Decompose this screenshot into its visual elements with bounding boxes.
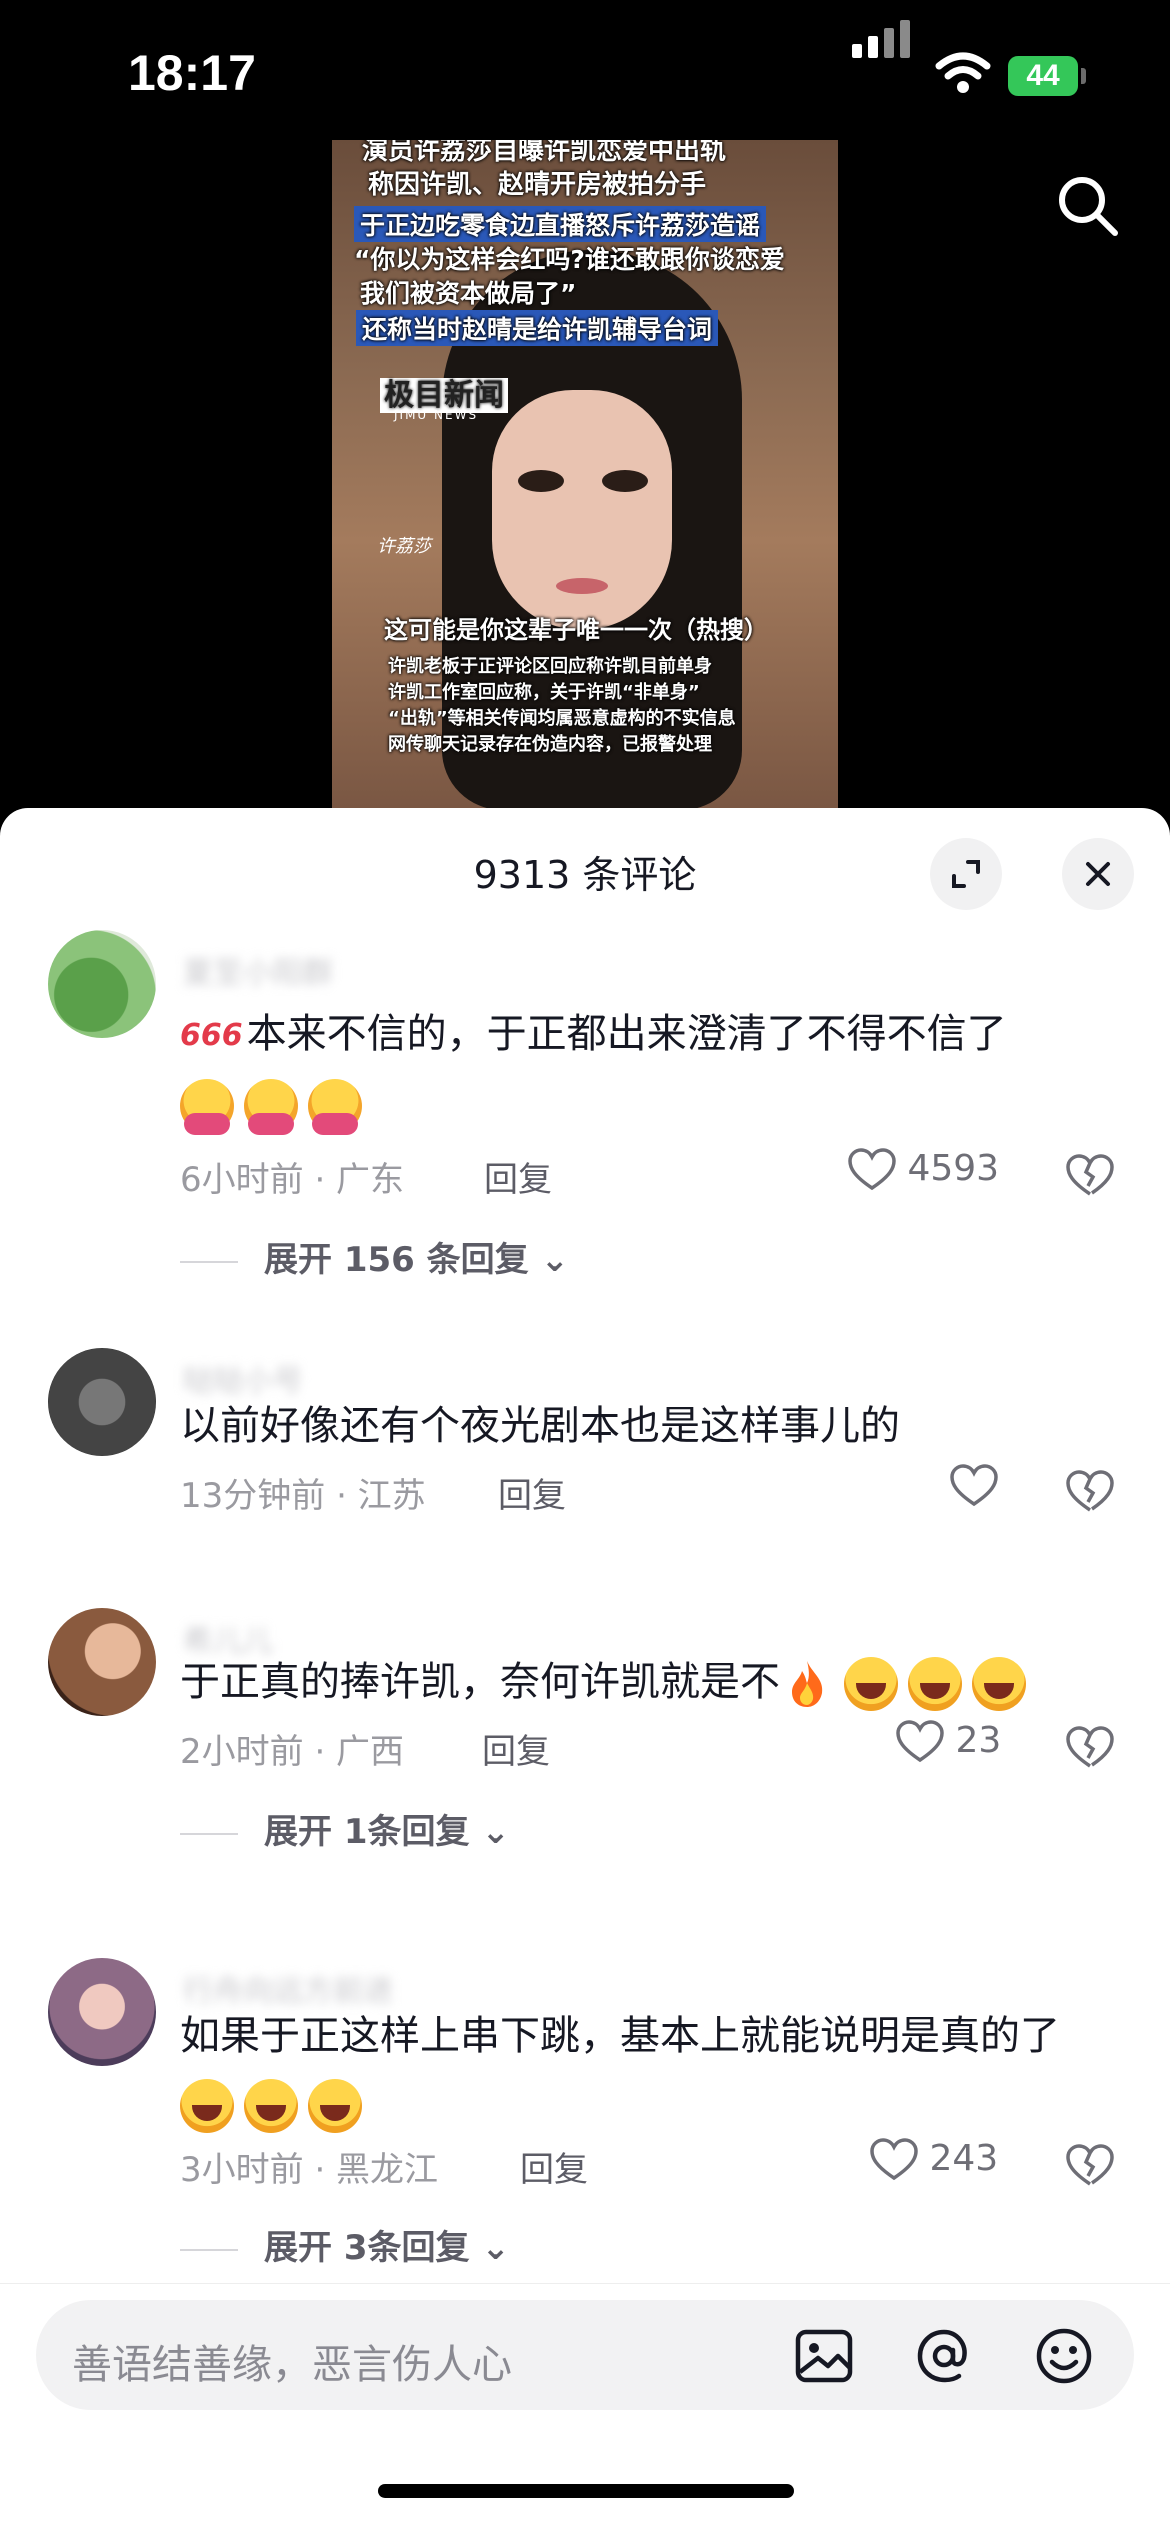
broken-heart-icon bbox=[1066, 2144, 1114, 2186]
wifi-icon bbox=[935, 52, 991, 93]
like-count: 243 bbox=[929, 2138, 999, 2179]
home-indicator bbox=[378, 2484, 794, 2498]
chevron-down-icon: ⌄ bbox=[540, 1240, 570, 1280]
comment-text: 以前好像还有个夜光剧本也是这样事儿的 bbox=[180, 1403, 900, 1449]
dislike-button[interactable] bbox=[1066, 1470, 1114, 1514]
comment-username[interactable]: 夏至小阳群 bbox=[183, 948, 333, 992]
666-badge-icon: 666 bbox=[180, 1018, 243, 1053]
hug-emoji-icon bbox=[308, 1079, 362, 1135]
comment-text: 如果于正这样上串下跳，基本上就能说明是真的了 bbox=[180, 2002, 1110, 2138]
avatar[interactable] bbox=[48, 1958, 156, 2066]
comment-meta: 13分钟前 · 江苏 bbox=[180, 1476, 426, 1516]
dislike-button[interactable] bbox=[1066, 1726, 1114, 1770]
video-caption: 网传聊天记录存在伪造内容，已报警处理 bbox=[388, 734, 712, 755]
news-logo-sub: JIMU NEWS bbox=[394, 408, 479, 422]
video-caption: 许凯老板于正评论区回应称许凯目前单身 bbox=[388, 656, 712, 677]
dislike-button[interactable] bbox=[1066, 1154, 1114, 1198]
comments-sheet: 9313 条评论 夏至小阳群 666 本来不信的，于正都出来澄清了不得不信了 6小… bbox=[0, 808, 1170, 2532]
video-hot-caption: 这可能是你这辈子唯一一次（热搜） bbox=[384, 616, 768, 644]
comment-meta: 6小时前 · 广东 bbox=[180, 1160, 405, 1200]
comment-meta: 2小时前 · 广西 bbox=[180, 1732, 405, 1772]
heart-icon bbox=[896, 1720, 944, 1763]
video-caption: 演员许荔莎自曝许凯恋爱中出轨 bbox=[362, 140, 727, 166]
battery-indicator: 44 bbox=[1008, 56, 1078, 96]
comment-text: 于正真的捧许凯，奈何许凯就是不 bbox=[180, 1648, 1110, 1716]
expand-button[interactable] bbox=[930, 838, 1002, 910]
video-player[interactable]: 演员许荔莎自曝许凯恋爱中出轨 称因许凯、赵晴开房被拍分手 于正边吃零食边直播怒斥… bbox=[332, 140, 838, 808]
comment-meta: 3小时前 · 黑龙江 bbox=[180, 2150, 439, 2190]
laughing-crying-emoji-icon bbox=[180, 2079, 234, 2133]
fire-emoji-icon bbox=[780, 1657, 834, 1711]
broken-heart-icon bbox=[1066, 1726, 1114, 1768]
expand-icon bbox=[952, 860, 980, 888]
dislike-button[interactable] bbox=[1066, 2144, 1114, 2188]
comment-input-placeholder: 善语结善缘，恶言伤人心 bbox=[72, 2342, 512, 2388]
broken-heart-icon bbox=[1066, 1470, 1114, 1512]
video-caption: 我们被资本做局了” bbox=[360, 279, 577, 308]
avatar[interactable] bbox=[48, 1608, 156, 1716]
close-button[interactable] bbox=[1062, 838, 1134, 910]
battery-tip bbox=[1081, 68, 1086, 84]
avatar[interactable] bbox=[48, 930, 156, 1038]
like-count: 23 bbox=[955, 1720, 1002, 1761]
hug-emoji-icon bbox=[180, 1079, 234, 1135]
video-caption: “你以为这样会红吗?谁还敢跟你谈恋爱 bbox=[354, 245, 785, 274]
comment-text: 666 本来不信的，于正都出来澄清了不得不信了 bbox=[180, 1000, 1110, 1138]
expand-divider bbox=[180, 2248, 238, 2251]
video-figure-eye bbox=[602, 470, 648, 492]
expand-divider bbox=[180, 1260, 238, 1263]
expand-replies-button[interactable]: 展开 156 条回复 ⌄ bbox=[180, 1232, 569, 1281]
video-caption: 还称当时赵晴是给许凯辅导台词 bbox=[356, 310, 719, 346]
status-bar: 18:17 44 bbox=[0, 0, 1170, 140]
expand-replies-button[interactable]: 展开 1条回复 ⌄ bbox=[180, 1804, 510, 1853]
video-caption: 于正边吃零食边直播怒斥许荔莎造谣 bbox=[354, 206, 767, 242]
at-icon[interactable] bbox=[912, 2324, 976, 2388]
laughing-crying-emoji-icon bbox=[308, 2079, 362, 2133]
reply-button[interactable]: 回复 bbox=[484, 1152, 552, 1201]
like-count: 4593 bbox=[907, 1148, 1000, 1189]
laughing-crying-emoji-icon bbox=[844, 1657, 898, 1711]
heart-icon bbox=[950, 1464, 998, 1507]
laughing-crying-emoji-icon bbox=[244, 2079, 298, 2133]
video-caption: “出轨”等相关传闻均属恶意虚构的不实信息 bbox=[388, 708, 736, 729]
expand-replies-button[interactable]: 展开 3条回复 ⌄ bbox=[180, 2220, 510, 2269]
video-figure-eye bbox=[518, 470, 564, 492]
emoji-icon[interactable] bbox=[1032, 2324, 1096, 2388]
like-button[interactable]: 243 bbox=[870, 2138, 998, 2182]
reply-button[interactable]: 回复 bbox=[520, 2142, 588, 2191]
expand-divider bbox=[180, 1832, 238, 1835]
like-button[interactable] bbox=[950, 1464, 998, 1508]
video-figure-face bbox=[492, 390, 672, 630]
heart-icon bbox=[870, 2138, 918, 2181]
search-icon[interactable] bbox=[1052, 170, 1122, 240]
close-icon bbox=[1086, 862, 1110, 886]
comment-input-bar: 善语结善缘，恶言伤人心 bbox=[0, 2283, 1170, 2444]
broken-heart-icon bbox=[1066, 1154, 1114, 1196]
avatar[interactable] bbox=[48, 1348, 156, 1456]
heart-icon bbox=[848, 1148, 896, 1191]
chevron-down-icon: ⌄ bbox=[481, 1812, 510, 1852]
hug-emoji-icon bbox=[244, 1079, 298, 1135]
video-caption: 许凯工作室回应称，关于许凯“非单身” bbox=[388, 682, 700, 703]
video-name-tag: 许荔莎 bbox=[377, 536, 431, 557]
laughing-crying-emoji-icon bbox=[972, 1657, 1026, 1711]
image-icon[interactable] bbox=[792, 2324, 856, 2388]
comment-input[interactable]: 善语结善缘，恶言伤人心 bbox=[36, 2300, 1134, 2410]
video-caption: 称因许凯、赵晴开房被拍分手 bbox=[368, 170, 707, 200]
reply-button[interactable]: 回复 bbox=[498, 1468, 566, 1517]
reply-button[interactable]: 回复 bbox=[482, 1724, 550, 1773]
chevron-down-icon: ⌄ bbox=[481, 2228, 510, 2268]
laughing-crying-emoji-icon bbox=[908, 1657, 962, 1711]
like-button[interactable]: 23 bbox=[896, 1720, 1001, 1764]
video-figure-lips bbox=[556, 578, 608, 594]
like-button[interactable]: 4593 bbox=[848, 1148, 999, 1192]
status-time: 18:17 bbox=[128, 45, 256, 101]
